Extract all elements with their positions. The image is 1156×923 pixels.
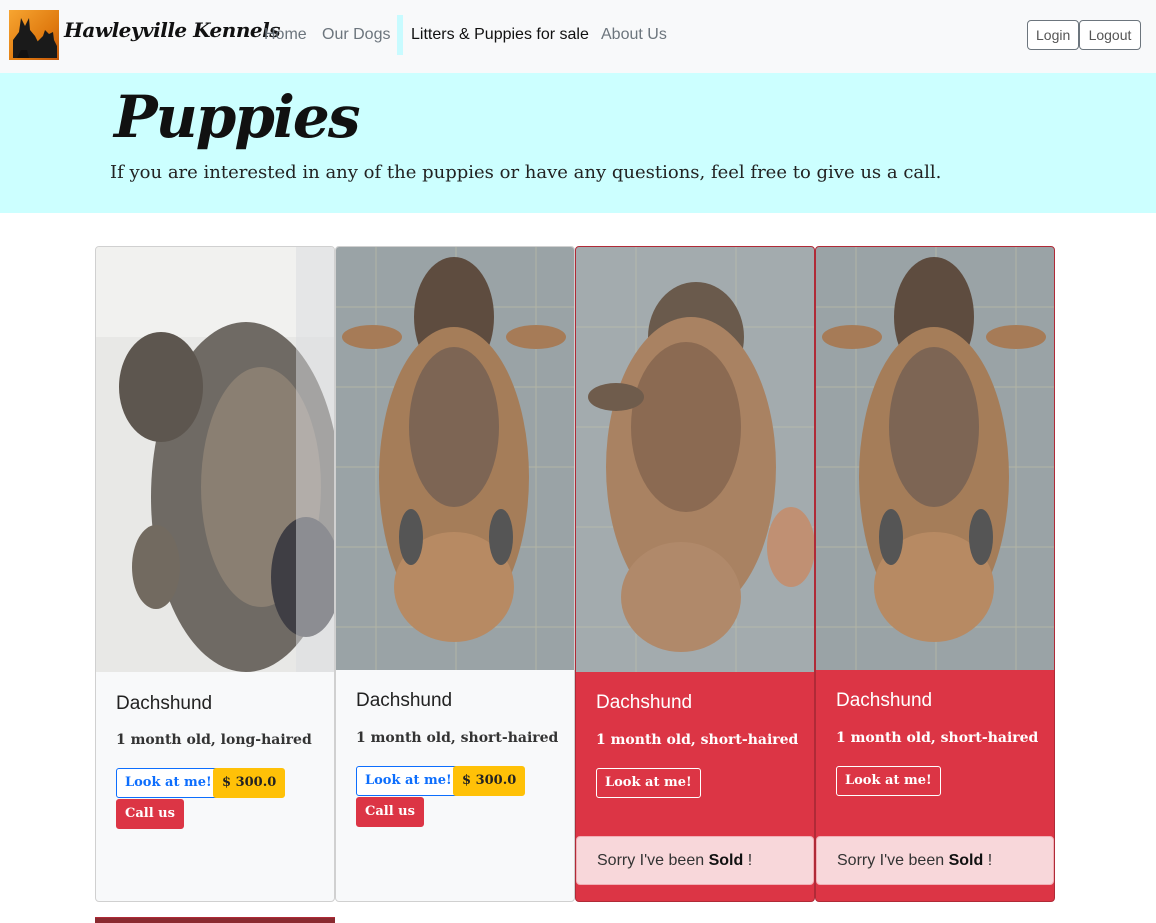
puppy-description: 1 month old, long-haired bbox=[116, 732, 312, 748]
sold-alert-prefix: Sorry I've been bbox=[837, 852, 945, 869]
call-us-button[interactable]: Call us bbox=[356, 797, 424, 827]
nav-litters-puppies[interactable]: Litters & Puppies for sale bbox=[411, 26, 589, 44]
sold-alert: Sorry I've been Sold ! bbox=[816, 836, 1054, 885]
dogs-silhouette-icon bbox=[13, 18, 57, 58]
puppy-breed: Dachshund bbox=[356, 690, 453, 711]
puppy-card-sold: Dachshund 1 month old, short-haired Look… bbox=[575, 246, 815, 902]
puppy-breed: Dachshund bbox=[836, 690, 933, 711]
logout-button[interactable]: Logout bbox=[1079, 20, 1141, 50]
sold-alert-prefix: Sorry I've been bbox=[597, 852, 705, 869]
puppy-photo[interactable] bbox=[576, 247, 814, 672]
puppy-description: 1 month old, short-haired bbox=[596, 732, 799, 748]
puppy-card-sold: Dachshund 1 month old, short-haired Look… bbox=[815, 246, 1055, 902]
sold-alert: Sorry I've been Sold ! bbox=[576, 836, 814, 885]
puppy-breed: Dachshund bbox=[116, 693, 213, 714]
sold-alert-word: Sold bbox=[708, 852, 744, 869]
look-at-me-button[interactable]: Look at me! bbox=[836, 766, 941, 796]
nav-our-dogs[interactable]: Our Dogs bbox=[322, 26, 390, 44]
hero-banner: Puppies If you are interested in any of … bbox=[0, 73, 1156, 213]
puppy-description: 1 month old, short-haired bbox=[836, 730, 1039, 746]
puppy-photo[interactable] bbox=[336, 247, 574, 670]
puppy-breed: Dachshund bbox=[596, 692, 693, 713]
kennel-logo[interactable] bbox=[9, 10, 59, 60]
look-at-me-button[interactable]: Look at me! bbox=[356, 766, 461, 796]
sold-alert-suffix: ! bbox=[747, 852, 753, 869]
puppy-photo[interactable] bbox=[96, 247, 334, 672]
puppy-description: 1 month old, short-haired bbox=[356, 730, 559, 746]
page-title: Puppies bbox=[114, 83, 360, 151]
price-badge[interactable]: $ 300.0 bbox=[453, 766, 526, 796]
puppy-card: Dachshund 1 month old, short-haired Look… bbox=[335, 246, 575, 902]
puppy-card: Dachshund 1 month old, long-haired Look … bbox=[95, 246, 335, 902]
sold-alert-word: Sold bbox=[948, 852, 984, 869]
brand-name[interactable]: Hawleyville Kennels bbox=[64, 18, 280, 42]
call-us-button[interactable]: Call us bbox=[116, 799, 184, 829]
card-body: Dachshund 1 month old, short-haired Look… bbox=[336, 670, 574, 901]
look-at-me-button[interactable]: Look at me! bbox=[596, 768, 701, 798]
login-button[interactable]: Login bbox=[1027, 20, 1079, 50]
puppy-photo[interactable] bbox=[816, 247, 1054, 670]
nav-about-us[interactable]: About Us bbox=[601, 26, 667, 44]
nav-home[interactable]: Home bbox=[264, 26, 307, 44]
active-nav-indicator bbox=[397, 15, 403, 55]
hero-description: If you are interested in any of the pupp… bbox=[110, 162, 942, 183]
look-at-me-button[interactable]: Look at me! bbox=[116, 768, 221, 798]
navbar: Hawleyville Kennels Home Our Dogs Litter… bbox=[0, 0, 1156, 73]
sold-alert-suffix: ! bbox=[987, 852, 993, 869]
price-badge[interactable]: $ 300.0 bbox=[213, 768, 286, 798]
card-body: Dachshund 1 month old, long-haired Look … bbox=[96, 672, 334, 901]
next-puppy-card-edge bbox=[95, 917, 335, 923]
